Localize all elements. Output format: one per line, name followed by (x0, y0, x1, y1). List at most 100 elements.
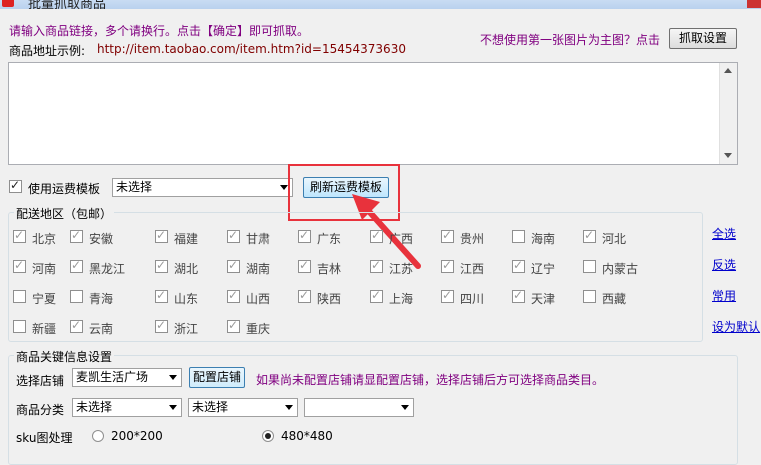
use-shipping-template-checkbox[interactable] (9, 178, 22, 193)
region-checkbox[interactable] (298, 288, 311, 303)
region-checkbox[interactable] (70, 258, 83, 273)
category-select-3[interactable] (304, 398, 414, 417)
region-checkbox[interactable] (370, 228, 383, 243)
region-checkbox[interactable] (155, 228, 168, 243)
shipping-template-select[interactable]: 未选择 (112, 178, 293, 197)
chevron-down-icon (169, 405, 177, 410)
region-label: 青海 (89, 292, 114, 306)
region-label: 江苏 (389, 262, 414, 276)
common-regions-link[interactable]: 常用 (712, 287, 736, 304)
region-checkbox[interactable] (70, 318, 83, 333)
region-label: 山东 (174, 292, 199, 306)
chevron-down-icon (280, 185, 288, 190)
region-checkbox[interactable] (70, 228, 83, 243)
region-checkbox[interactable] (298, 228, 311, 243)
key-info-legend: 商品关键信息设置 (14, 348, 115, 365)
region-label: 安徽 (89, 232, 114, 246)
chevron-down-icon (401, 405, 409, 410)
window-title: 批量抓取商品 (28, 0, 107, 9)
region-checkbox[interactable] (227, 318, 240, 333)
category-select-1-value: 未选择 (76, 400, 113, 414)
select-all-link[interactable]: 全选 (712, 225, 736, 242)
region-checkbox[interactable] (227, 288, 240, 303)
region-checkbox[interactable] (583, 228, 596, 243)
region-checkbox[interactable] (155, 258, 168, 273)
scroll-up-icon[interactable] (724, 68, 732, 73)
region-label: 广西 (389, 232, 414, 246)
region-checkbox[interactable] (441, 228, 454, 243)
sku-200-label: 200*200 (111, 429, 163, 443)
region-checkbox[interactable] (70, 290, 83, 303)
region-checkbox[interactable] (298, 258, 311, 273)
region-label: 天津 (531, 292, 556, 306)
category-select-1[interactable]: 未选择 (72, 398, 182, 417)
region-label: 内蒙古 (602, 262, 639, 276)
fetch-settings-button[interactable]: 抓取设置 (669, 28, 737, 49)
invert-selection-link[interactable]: 反选 (712, 256, 736, 273)
region-label: 黑龙江 (89, 262, 126, 276)
example-label: 商品地址示例: (9, 44, 86, 58)
region-checkbox[interactable] (13, 320, 26, 333)
store-label: 选择店铺 (16, 374, 65, 388)
region-label: 海南 (531, 232, 556, 246)
example-url: http://item.taobao.com/item.htm?id=15454… (97, 42, 406, 56)
config-store-button[interactable]: 配置店铺 (189, 367, 245, 388)
store-hint: 如果尚未配置店铺请显配置店铺，选择店铺后方可选择商品类目。 (256, 373, 605, 387)
region-label: 浙江 (174, 322, 199, 336)
scroll-down-icon[interactable] (724, 153, 732, 158)
region-checkbox[interactable] (512, 258, 525, 273)
sku-label: sku图处理 (16, 431, 73, 445)
url-input[interactable] (8, 62, 738, 165)
region-checkbox[interactable] (441, 288, 454, 303)
region-label: 山西 (246, 292, 271, 306)
close-icon[interactable] (747, 0, 761, 8)
region-checkbox[interactable] (583, 260, 596, 273)
region-label: 上海 (389, 292, 414, 306)
region-label: 湖南 (246, 262, 271, 276)
region-label: 广东 (317, 232, 342, 246)
store-select[interactable]: 麦凯生活广场 (72, 368, 182, 387)
region-label: 湖北 (174, 262, 199, 276)
region-checkbox[interactable] (441, 258, 454, 273)
region-label: 贵州 (460, 232, 485, 246)
sku-480-radio[interactable] (262, 430, 274, 442)
chevron-down-icon (285, 405, 293, 410)
region-label: 新疆 (32, 322, 57, 336)
region-checkbox[interactable] (13, 258, 26, 273)
region-label: 河北 (602, 232, 627, 246)
region-label: 辽宁 (531, 262, 556, 276)
region-checkbox[interactable] (512, 288, 525, 303)
textarea-scrollbar[interactable] (719, 63, 737, 164)
region-label: 陕西 (317, 292, 342, 306)
category-select-2[interactable]: 未选择 (188, 398, 298, 417)
chevron-down-icon (169, 375, 177, 380)
region-checkbox[interactable] (155, 318, 168, 333)
region-checkbox[interactable] (155, 288, 168, 303)
store-select-value: 麦凯生活广场 (76, 370, 149, 384)
set-default-link[interactable]: 设为默认 (712, 318, 760, 335)
region-label: 江西 (460, 262, 485, 276)
sku-200-radio[interactable] (92, 430, 104, 442)
use-shipping-template-label: 使用运费模板 (28, 182, 101, 196)
region-label: 重庆 (246, 322, 271, 336)
region-label: 河南 (32, 262, 57, 276)
region-checkbox[interactable] (370, 258, 383, 273)
region-label: 四川 (460, 292, 485, 306)
region-label: 甘肃 (246, 232, 271, 246)
title-bar: 批量抓取商品 (0, 0, 761, 9)
category-select-2-value: 未选择 (192, 400, 229, 414)
shipping-template-value: 未选择 (116, 180, 153, 194)
region-checkbox[interactable] (227, 258, 240, 273)
region-label: 福建 (174, 232, 199, 246)
region-checkbox[interactable] (13, 290, 26, 303)
regions-legend: 配送地区（包邮） (14, 205, 115, 222)
app-icon (2, 0, 14, 7)
region-checkbox[interactable] (583, 290, 596, 303)
region-checkbox[interactable] (13, 228, 26, 243)
main-image-hint: 不想使用第一张图片为主图？点击 (480, 33, 661, 47)
region-label: 北京 (32, 232, 57, 246)
region-checkbox[interactable] (512, 230, 525, 243)
region-checkbox[interactable] (370, 288, 383, 303)
region-checkbox[interactable] (227, 228, 240, 243)
category-label: 商品分类 (16, 403, 65, 417)
